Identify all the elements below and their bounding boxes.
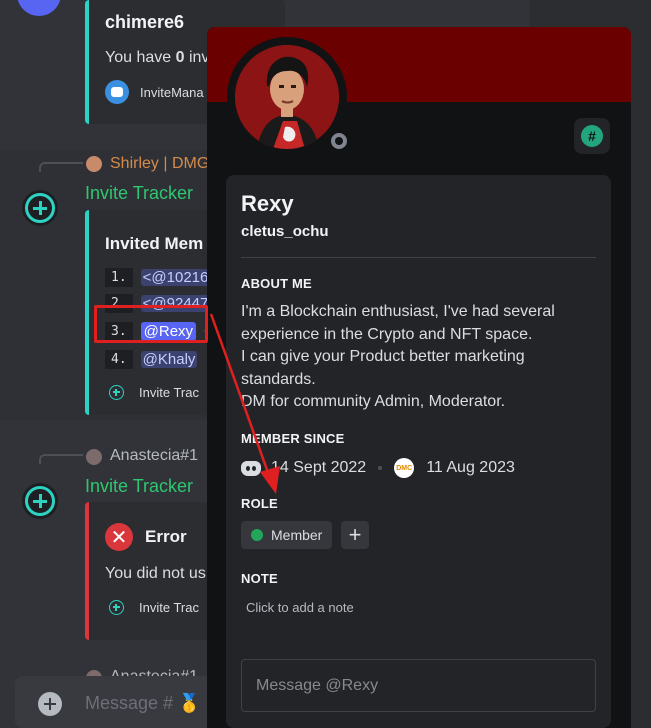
about-line: DM for community Admin, Moderator. bbox=[241, 393, 506, 410]
avatar-illustration bbox=[235, 45, 339, 149]
bot-name[interactable]: Invite Tracker bbox=[85, 183, 193, 204]
bot-name[interactable]: Invite Tracker bbox=[85, 476, 193, 497]
profile-avatar-frame bbox=[227, 37, 351, 157]
about-line: I'm a Blockchain enthusiast, I've had se… bbox=[241, 303, 555, 320]
list-item: 4. @Khaly bbox=[105, 350, 198, 369]
discord-join-date: 14 Sept 2022 bbox=[271, 459, 367, 476]
about-me-text: I'm a Blockchain enthusiast, I've had se… bbox=[241, 301, 601, 414]
embed-footer-row: Invite Trac bbox=[109, 385, 199, 400]
embed-body: You did not us bbox=[105, 565, 206, 582]
reply-connector bbox=[39, 162, 83, 172]
plus-circle-icon bbox=[109, 600, 124, 615]
embed-footer-row: Invite Trac bbox=[109, 600, 199, 615]
server-icon: DMC bbox=[394, 458, 415, 478]
reply-avatar bbox=[86, 449, 102, 465]
bot-avatar[interactable] bbox=[22, 190, 58, 226]
role-color-dot bbox=[251, 529, 263, 541]
hashtag-badge-icon: # bbox=[581, 125, 603, 147]
reply-avatar bbox=[86, 156, 102, 172]
divider bbox=[241, 257, 596, 258]
profile-badge[interactable]: # bbox=[574, 118, 610, 154]
embed-accent-bar bbox=[85, 502, 89, 640]
about-line: experience in the Crypto and NFT space. bbox=[241, 325, 533, 343]
profile-display-name: Rexy bbox=[241, 191, 294, 216]
highlight-box bbox=[94, 305, 208, 343]
profile-username: cletus_ochu bbox=[241, 223, 329, 240]
list-number: 4. bbox=[105, 350, 133, 369]
role-member[interactable]: Member bbox=[241, 521, 333, 549]
separator-dot bbox=[378, 466, 383, 470]
body-prefix: You have bbox=[105, 49, 176, 66]
profile-message-input[interactable]: Message @Rexy bbox=[241, 659, 596, 712]
add-role-button[interactable]: + bbox=[341, 521, 369, 549]
embed-author: chimere6 bbox=[105, 12, 185, 32]
plus-circle-icon bbox=[109, 385, 124, 400]
note-heading: NOTE bbox=[241, 571, 278, 586]
message-placeholder: Message @Rexy bbox=[256, 676, 379, 694]
user-mention[interactable]: <@10216 bbox=[140, 269, 211, 286]
embed-accent-bar bbox=[85, 0, 89, 124]
reply-connector bbox=[39, 454, 83, 464]
member-since-heading: MEMBER SINCE bbox=[241, 431, 345, 446]
body-count: 0 bbox=[175, 49, 185, 66]
about-me-heading: ABOUT ME bbox=[241, 276, 312, 291]
reply-author[interactable]: Shirley | DMG bbox=[110, 155, 209, 173]
reply-author[interactable]: Anastecia#1 bbox=[110, 447, 198, 465]
embed-body: You have 0 inv bbox=[105, 49, 209, 67]
plus-circle-icon bbox=[25, 193, 55, 223]
embed-footer: InviteMana bbox=[140, 85, 204, 100]
status-indicator bbox=[327, 129, 351, 153]
about-line: standards. bbox=[241, 370, 316, 388]
profile-avatar[interactable] bbox=[235, 45, 339, 149]
profile-card: Rexy cletus_ochu ABOUT ME I'm a Blockcha… bbox=[226, 175, 611, 728]
list-item: 1. <@10216 bbox=[105, 268, 211, 287]
offline-status-icon bbox=[331, 133, 347, 149]
embed-title: Error bbox=[145, 527, 187, 546]
role-name: Member bbox=[271, 527, 323, 543]
discord-icon bbox=[241, 460, 261, 476]
embed-accent-bar bbox=[85, 210, 89, 415]
embed-footer: Invite Trac bbox=[139, 600, 199, 615]
error-icon: ✕ bbox=[105, 523, 133, 551]
about-line: I can give your Product better marketing bbox=[241, 348, 525, 365]
robot-icon bbox=[111, 87, 123, 97]
bot-footer-icon bbox=[105, 80, 129, 104]
bot-avatar[interactable] bbox=[22, 483, 58, 519]
message-input-placeholder[interactable]: Message # 🥇 bbox=[85, 693, 200, 714]
member-since-row: 14 Sept 2022 DMC 11 Aug 2023 bbox=[241, 457, 515, 479]
embed-title: Invited Mem bbox=[105, 234, 204, 253]
list-number: 1. bbox=[105, 268, 133, 287]
role-heading: ROLE bbox=[241, 496, 278, 511]
embed-footer: Invite Trac bbox=[139, 385, 199, 400]
user-profile-popout: # Rexy cletus_ochu ABOUT ME I'm a Blockc… bbox=[207, 27, 631, 728]
body-suffix: inv bbox=[184, 49, 210, 66]
note-input[interactable]: Click to add a note bbox=[246, 600, 354, 615]
plus-circle-icon bbox=[25, 486, 55, 516]
user-mention[interactable]: @Khaly bbox=[140, 351, 198, 368]
add-attachment-button[interactable] bbox=[38, 692, 62, 716]
server-join-date: 11 Aug 2023 bbox=[426, 459, 515, 476]
